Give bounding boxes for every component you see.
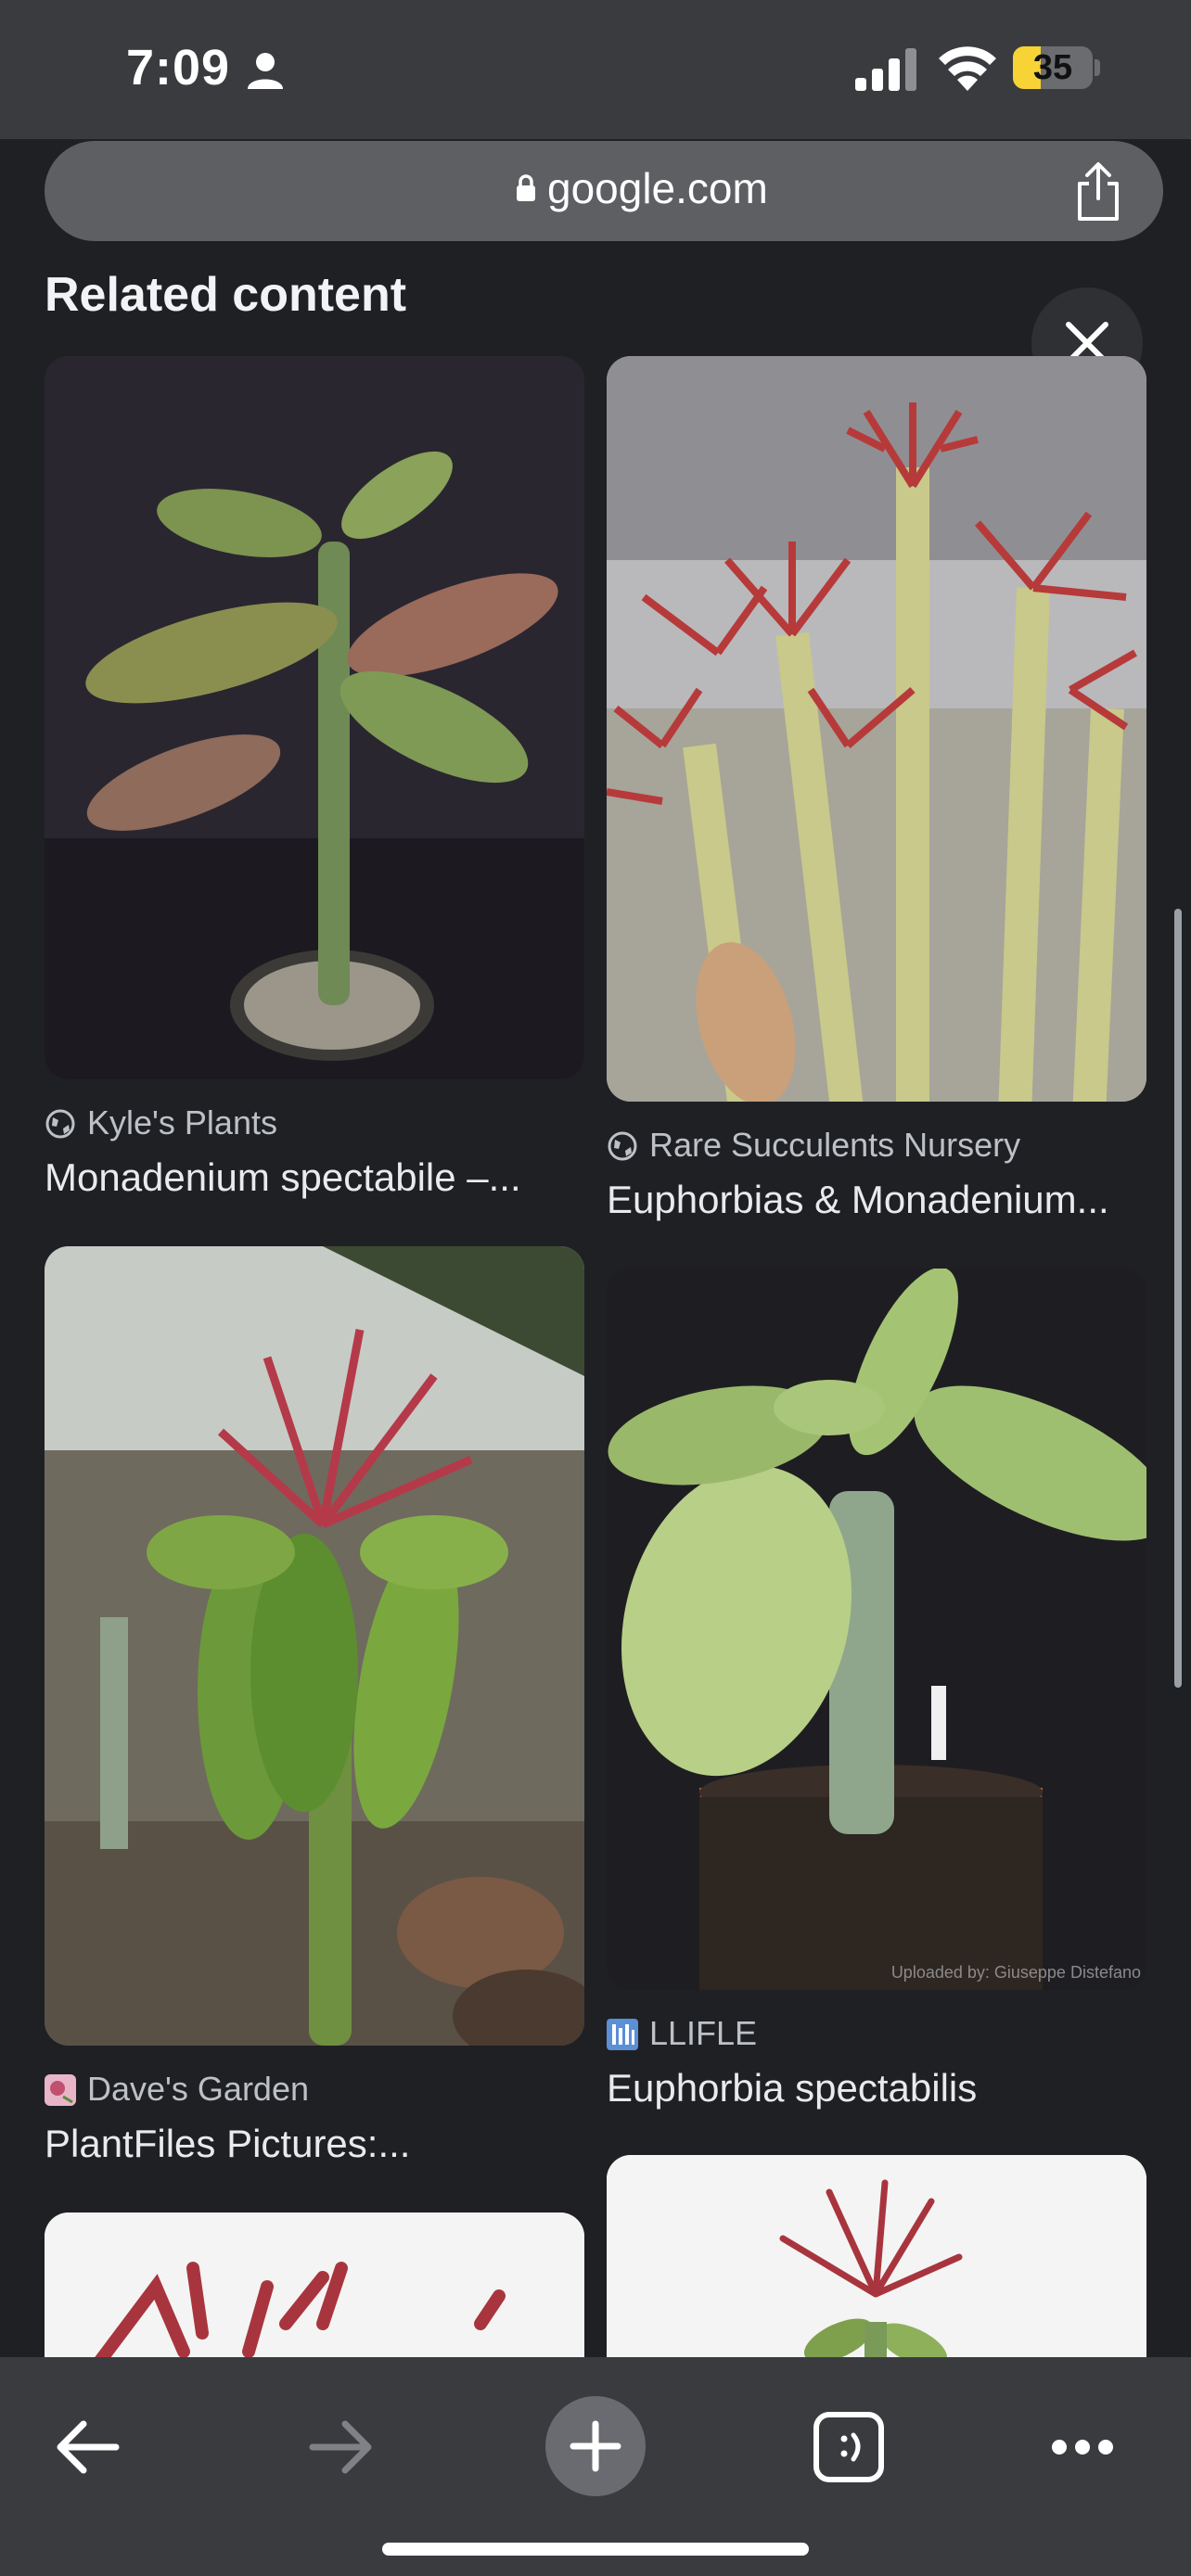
result-image[interactable]	[607, 356, 1146, 1102]
status-time: 7:09	[126, 40, 231, 96]
back-arrow-icon	[57, 2420, 120, 2474]
home-indicator[interactable]	[382, 2543, 809, 2556]
result-image[interactable]	[607, 2155, 1146, 2357]
globe-icon	[45, 1109, 75, 1139]
share-icon[interactable]	[1070, 161, 1126, 223]
plus-icon	[570, 2420, 621, 2472]
source-name: Rare Succulents Nursery	[649, 1126, 1021, 1164]
globe-icon	[608, 1131, 637, 1161]
image-watermark: Uploaded by: Giuseppe Distefano	[890, 1963, 1141, 1982]
result-caption[interactable]: Euphorbia spectabilis	[607, 2066, 1146, 2111]
result-image[interactable]	[45, 1246, 584, 2046]
battery-indicator: 35	[1013, 46, 1102, 91]
forward-button[interactable]	[289, 2396, 391, 2498]
cellular-signal-icon	[855, 48, 916, 91]
result-caption[interactable]: Monadenium spectabile –...	[45, 1155, 584, 1200]
result-source[interactable]: Dave's Garden	[45, 2070, 309, 2109]
result-image[interactable]	[45, 356, 584, 1079]
more-icon	[1052, 2440, 1113, 2455]
address-bar[interactable]: google.com	[45, 141, 1163, 241]
result-caption[interactable]: Euphorbias & Monadenium...	[607, 1178, 1146, 1222]
related-content-panel: Related content Kyle's Plants Monadenium…	[0, 267, 1191, 2357]
forward-arrow-icon	[309, 2420, 372, 2474]
source-name: Dave's Garden	[87, 2070, 309, 2108]
tab-switcher-icon	[813, 2412, 884, 2482]
result-source[interactable]: Kyle's Plants	[45, 1103, 277, 1142]
source-name: LLIFLE	[649, 2014, 758, 2052]
daves-garden-icon	[45, 2074, 76, 2106]
result-source[interactable]: Rare Succulents Nursery	[607, 1126, 1020, 1165]
result-image[interactable]: Uploaded by: Giuseppe Distefano	[607, 1269, 1146, 1990]
new-tab-button[interactable]	[545, 2396, 646, 2496]
battery-level: 35	[1032, 48, 1073, 87]
back-button[interactable]	[37, 2396, 139, 2498]
wifi-icon	[939, 46, 996, 91]
result-image[interactable]	[45, 2213, 584, 2357]
section-title: Related content	[45, 268, 407, 322]
scrollbar[interactable]	[1174, 909, 1182, 1688]
lock-icon	[517, 174, 535, 201]
result-source[interactable]: LLIFLE	[607, 2014, 757, 2053]
tab-switcher-button[interactable]	[798, 2396, 900, 2498]
result-caption[interactable]: PlantFiles Pictures:...	[45, 2122, 584, 2166]
source-name: Kyle's Plants	[87, 1103, 277, 1141]
more-menu-button[interactable]	[1031, 2396, 1133, 2498]
url-text[interactable]: google.com	[547, 163, 768, 213]
person-icon	[248, 53, 283, 89]
llifle-icon	[607, 2019, 638, 2050]
bottom-toolbar	[0, 2357, 1191, 2576]
status-bar: 7:09 35	[0, 0, 1191, 139]
